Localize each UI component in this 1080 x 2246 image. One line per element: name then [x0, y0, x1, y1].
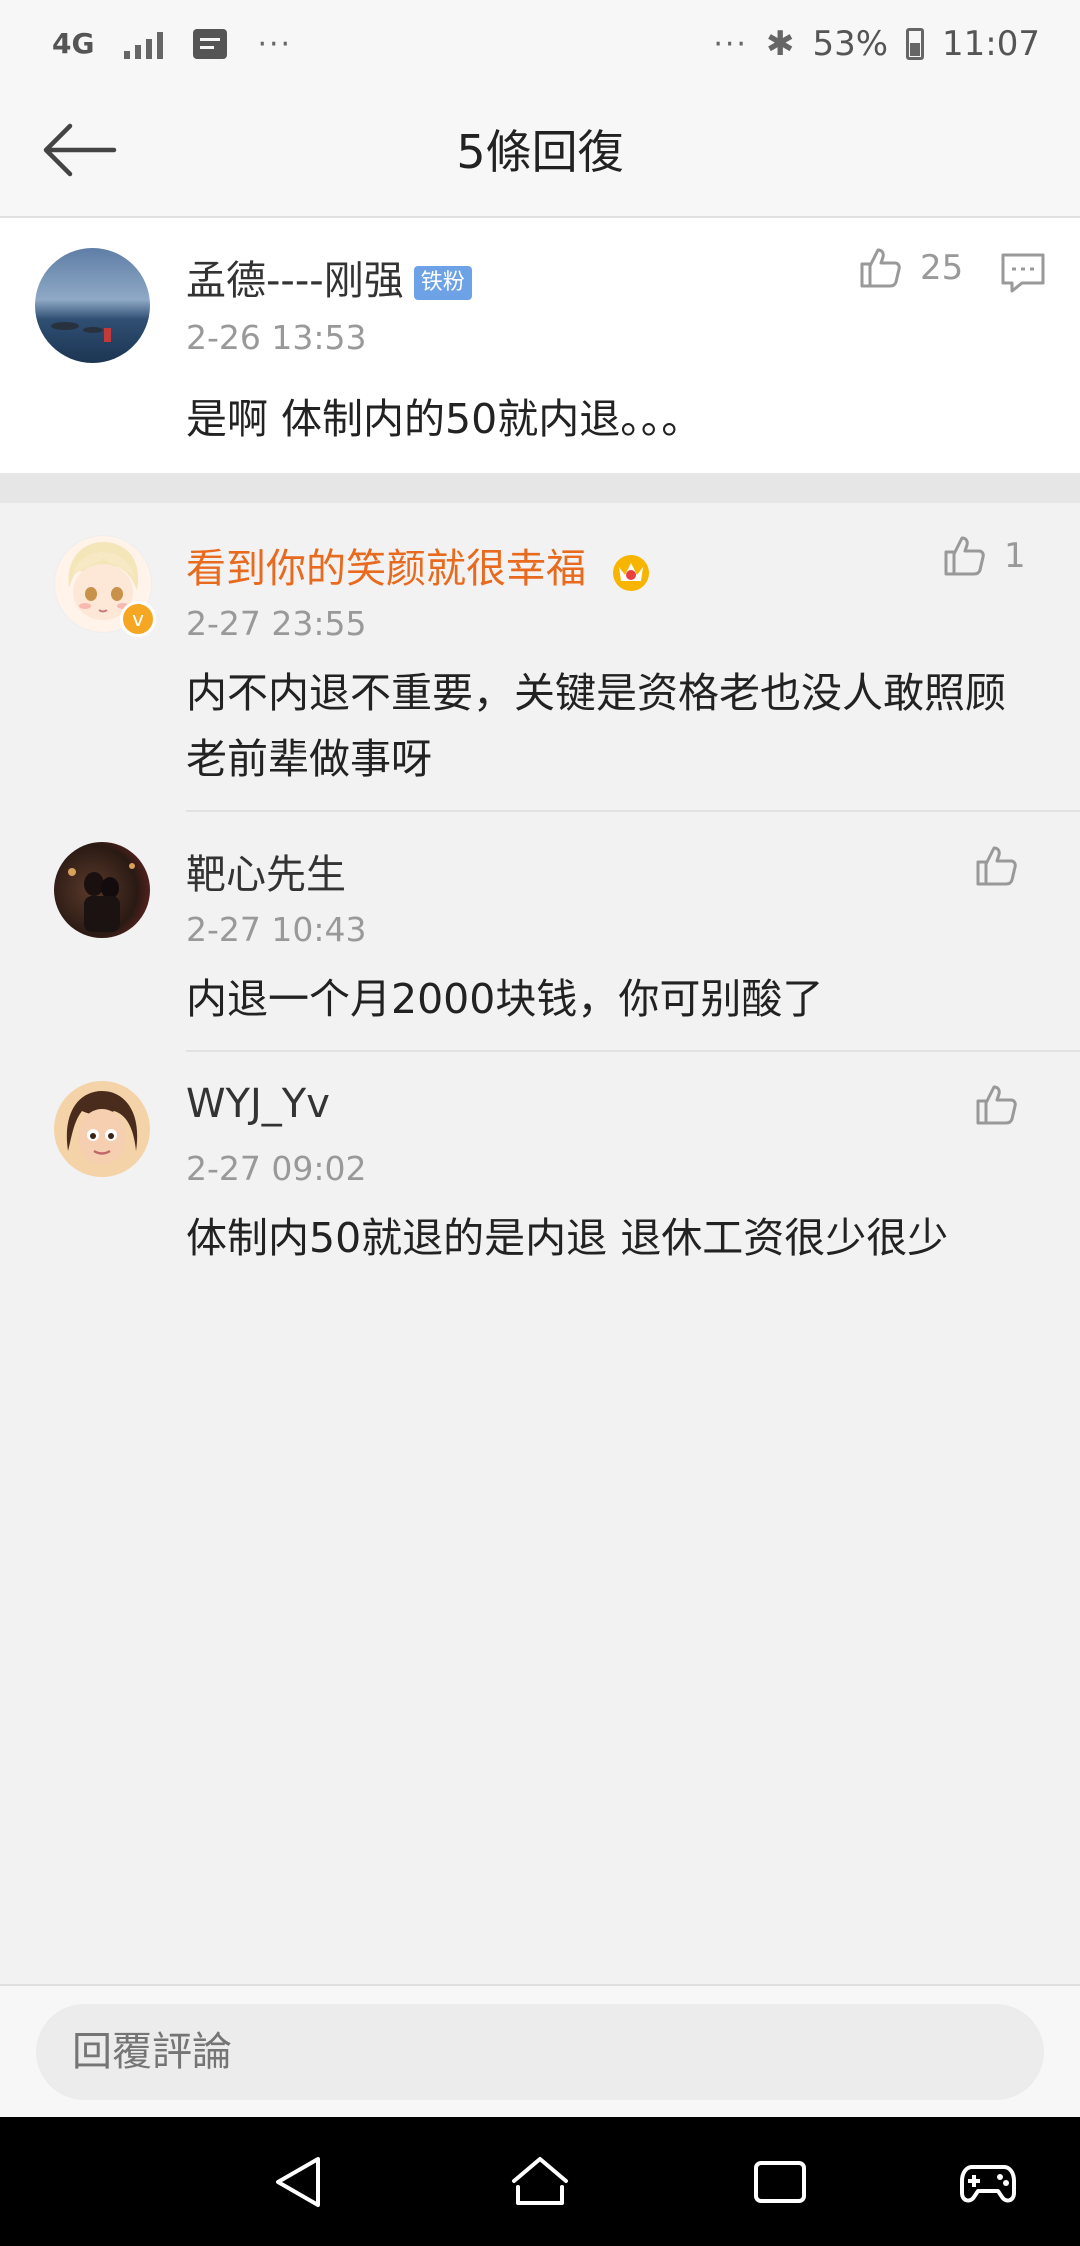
reply-bar [0, 1984, 1080, 2118]
thumbs-up-icon [976, 1085, 1017, 1125]
thumbs-up-icon [976, 846, 1017, 886]
reply-input[interactable] [36, 2004, 1044, 2100]
crown-icon [612, 555, 649, 591]
more-status-icon: ··· [713, 26, 748, 62]
username[interactable]: 靶心先生 [186, 842, 346, 900]
reply-text: 体制内50就退的是内退 退休工资很少很少 [186, 1214, 949, 1262]
reply-time: 2-27 23:55 [186, 604, 367, 643]
divider [186, 810, 1080, 812]
thumbs-up-icon [944, 536, 985, 576]
section-divider [0, 473, 1080, 503]
status-bar: 4G ··· ··· ✱ 53% 11:07 [0, 0, 1080, 88]
verified-icon: v [120, 601, 156, 637]
comment-text: 是啊 体制内的50就内退。。。 [186, 395, 703, 443]
thumbs-up-icon [860, 248, 901, 288]
reply-text: 内退一个月2000块钱，你可别酸了 [186, 975, 824, 1023]
game-controller-icon[interactable] [958, 2153, 1018, 2211]
like-button[interactable] [972, 1081, 1020, 1129]
like-count: 25 [920, 248, 964, 288]
message-icon [193, 29, 228, 59]
username[interactable]: 孟德----刚强 [186, 258, 404, 304]
more-notifications-icon: ··· [257, 26, 293, 62]
bluetooth-icon: ✱ [765, 24, 795, 64]
header: 5條回復 [0, 88, 1080, 218]
divider [186, 1050, 1080, 1052]
avatar[interactable] [35, 248, 150, 363]
like-button[interactable]: 1 [940, 532, 1026, 580]
battery-icon [906, 28, 925, 60]
nav-home-icon[interactable] [510, 2153, 570, 2211]
page-title: 5條回復 [456, 125, 624, 179]
signal-icon [124, 29, 164, 59]
fan-badge: 铁粉 [413, 266, 472, 300]
battery-percent: 53% [812, 24, 889, 64]
avatar[interactable] [54, 1081, 150, 1177]
username[interactable]: WYJ_Yv [186, 1081, 330, 1127]
network-type: 4G [52, 27, 95, 60]
like-count: 1 [1004, 536, 1026, 576]
like-button[interactable]: 25 [856, 244, 963, 292]
nav-recents-icon[interactable] [750, 2153, 810, 2211]
clock: 11:07 [942, 24, 1040, 64]
avatar[interactable] [54, 842, 150, 938]
system-nav-bar [0, 2117, 1080, 2246]
reply-text: 内不内退不重要，关键是资格老也没人敢照顾老前辈做事呀 [186, 669, 1006, 783]
back-arrow-icon[interactable] [40, 118, 120, 182]
main-comment: 孟德----刚强 铁粉 2-26 13:53 是啊 体制内的50就内退。。。 25 [0, 218, 1080, 473]
comment-time: 2-26 13:53 [186, 318, 367, 357]
comment-icon[interactable] [1000, 252, 1046, 294]
reply-time: 2-27 10:43 [186, 910, 367, 949]
nav-back-icon[interactable] [270, 2153, 330, 2211]
like-button[interactable] [972, 842, 1020, 890]
username[interactable]: 看到你的笑颜就很幸福 [186, 546, 586, 592]
reply-time: 2-27 09:02 [186, 1149, 367, 1188]
